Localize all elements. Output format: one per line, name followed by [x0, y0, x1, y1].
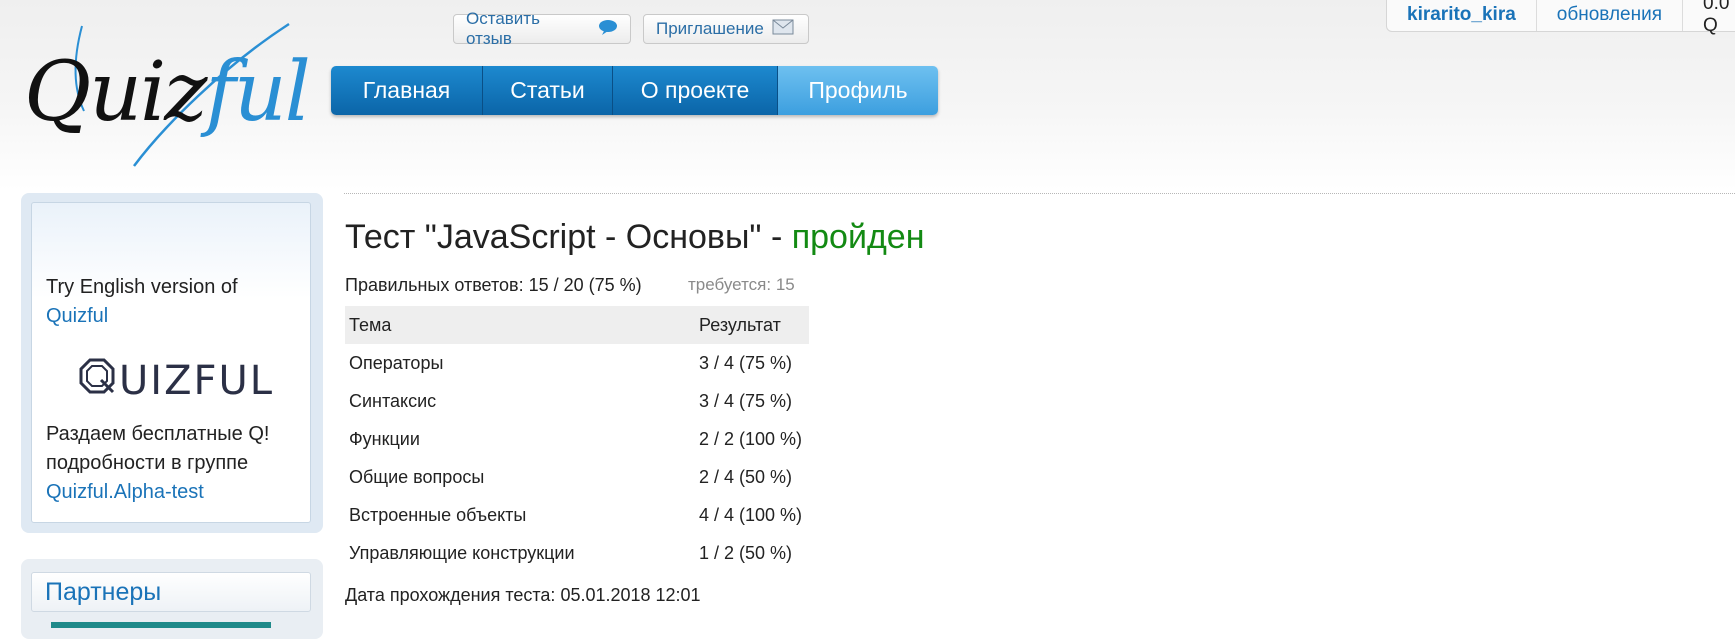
topic-cell: Синтаксис	[349, 390, 437, 411]
updates-link[interactable]: обновления	[1537, 0, 1684, 31]
table-row: Операторы 3 / 4 (75 %)	[345, 344, 809, 382]
test-date: Дата прохождения теста: 05.01.2018 12:01	[345, 585, 701, 605]
feedback-label: Оставить отзыв	[466, 9, 540, 48]
sidebar-promo-panel: Try English version of Quizful UIZFUL Ра…	[21, 193, 323, 533]
test-title: Тест "JavaScript - Основы" -	[345, 218, 792, 256]
envelope-icon	[772, 19, 794, 40]
speech-bubble-icon	[598, 19, 618, 40]
table-row: Встроенные объекты 4 / 4 (100 %)	[345, 496, 809, 534]
user-bar: kirarito_kira обновления 0.0 Q	[1386, 0, 1735, 36]
table-row: Управляющие конструкции 1 / 2 (50 %)	[345, 534, 809, 572]
topic-cell: Функции	[349, 428, 420, 449]
english-version-link[interactable]: Quizful	[46, 302, 238, 331]
quizful-logo-text: UIZFUL	[119, 358, 275, 404]
giveaway-text-line1: Раздаем бесплатные Q!	[46, 423, 270, 445]
result-cell: 2 / 2 (100 %)	[699, 428, 803, 449]
page-title: Тест "JavaScript - Основы" - пройден	[345, 218, 924, 257]
table-row: Функции 2 / 2 (100 %)	[345, 420, 809, 458]
result-cell: 3 / 4 (75 %)	[699, 352, 793, 373]
sidebar-promo-box: Try English version of Quizful UIZFUL Ра…	[31, 202, 311, 523]
topic-cell: Общие вопросы	[349, 466, 485, 487]
partner-banner[interactable]	[51, 622, 271, 628]
status-passed: пройден	[791, 218, 925, 256]
topic-cell: Управляющие конструкции	[349, 542, 575, 563]
site-logo[interactable]: Quizful	[14, 16, 314, 176]
results-header-row: Тема Результат	[345, 306, 809, 344]
username-link[interactable]: kirarito_kira	[1387, 0, 1537, 31]
result-cell: 3 / 4 (75 %)	[699, 390, 793, 411]
nav-item-about[interactable]: О проекте	[613, 66, 778, 115]
feedback-button[interactable]: Оставить отзыв	[453, 9, 631, 48]
topic-cell: Операторы	[349, 352, 444, 373]
quizful-english-logo[interactable]: UIZFUL	[79, 358, 274, 404]
balance: 0.0 Q	[1703, 0, 1730, 36]
alpha-test-group-link[interactable]: Quizful.Alpha-test	[46, 478, 269, 507]
result-cell: 1 / 2 (50 %)	[699, 542, 793, 563]
partners-title[interactable]: Партнеры	[31, 572, 311, 612]
table-row: Синтаксис 3 / 4 (75 %)	[345, 382, 809, 420]
invite-button[interactable]: Приглашение	[643, 14, 809, 44]
required-score: требуется: 15	[688, 275, 795, 294]
result-cell: 4 / 4 (100 %)	[699, 504, 803, 525]
quizful-logo-mark-icon	[79, 358, 115, 404]
nav-item-home[interactable]: Главная	[331, 66, 483, 115]
content-divider	[344, 193, 1735, 194]
topic-cell: Встроенные объекты	[349, 504, 527, 525]
result-cell: 2 / 4 (50 %)	[699, 466, 793, 487]
logo-text-main: Quiz	[24, 45, 207, 140]
logo-text-accent: ful	[205, 45, 310, 140]
column-header-result: Результат	[695, 306, 809, 344]
partners-panel: Партнеры	[21, 559, 323, 639]
nav-item-articles[interactable]: Статьи	[483, 66, 613, 115]
promo-text: Try English version of	[46, 276, 238, 298]
correct-answers-summary: Правильных ответов: 15 / 20 (75 %)	[345, 275, 642, 295]
giveaway-text-line2: подробности в группе	[46, 452, 249, 474]
main-nav: Главная Статьи О проекте Профиль	[331, 66, 938, 115]
column-header-topic: Тема	[345, 306, 695, 344]
table-row: Общие вопросы 2 / 4 (50 %)	[345, 458, 809, 496]
invite-label: Приглашение	[656, 19, 764, 38]
results-table: Тема Результат Операторы 3 / 4 (75 %) Си…	[345, 306, 809, 572]
nav-item-profile[interactable]: Профиль	[778, 66, 938, 115]
